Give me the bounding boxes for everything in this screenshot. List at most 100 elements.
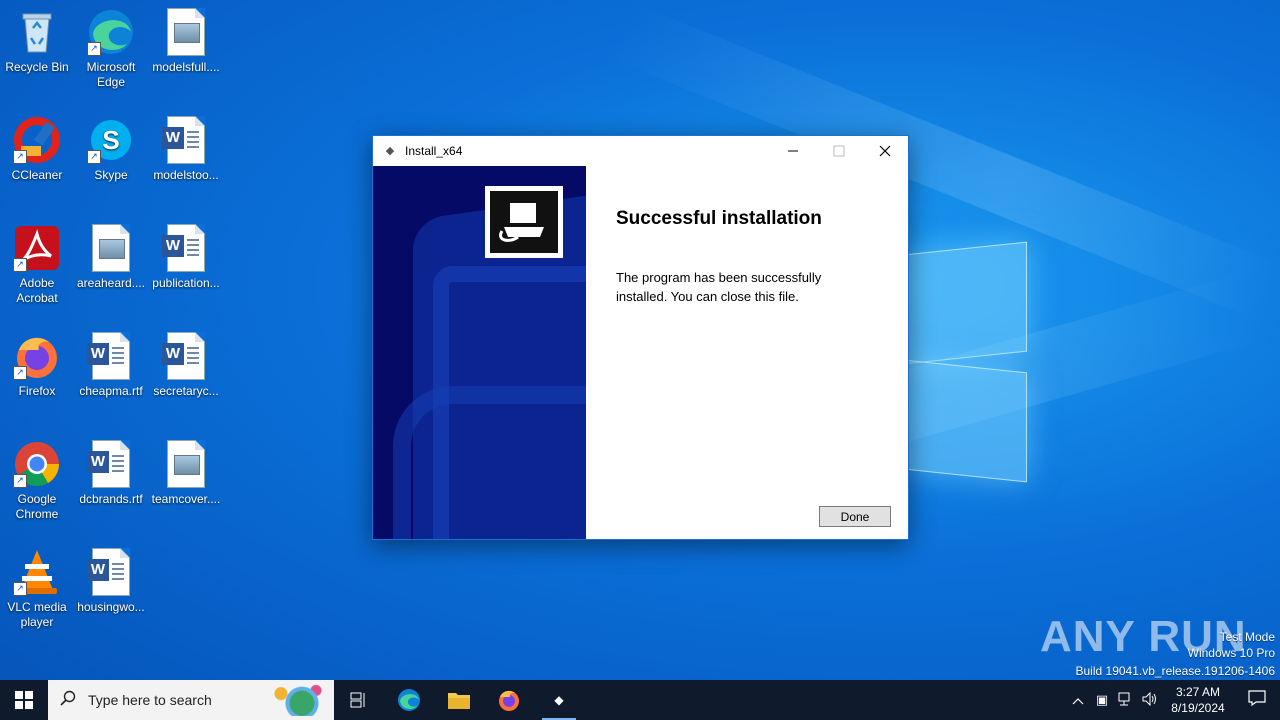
network-icon[interactable] <box>1114 692 1138 709</box>
chrome-icon: ↗ <box>13 440 61 488</box>
taskbar-installer-button[interactable]: ◆ <box>534 680 584 720</box>
task-view-icon <box>350 692 365 708</box>
taskbar-file-explorer-button[interactable] <box>434 680 484 720</box>
taskbar-firefox-button[interactable] <box>484 680 534 720</box>
computer-install-icon <box>490 191 558 253</box>
desktop-icon-label: Google Chrome <box>15 492 59 521</box>
edge-icon <box>398 689 420 711</box>
installer-content: Successful installation The program has … <box>616 208 876 306</box>
minimize-button[interactable] <box>770 136 816 166</box>
edge-icon: ↗ <box>87 8 135 56</box>
show-hidden-icons-button[interactable] <box>1066 693 1090 708</box>
desktop-icon-secretaryc[interactable]: W secretaryc... <box>149 332 223 399</box>
taskbar-clock[interactable]: 3:27 AM 8/19/2024 <box>1162 684 1234 716</box>
shortcut-arrow-icon: ↗ <box>87 150 101 164</box>
desktop-icon-adobe-acrobat[interactable]: ↗ Adobe Acrobat <box>0 224 74 306</box>
ccleaner-icon: ↗ <box>13 116 61 164</box>
folder-icon <box>448 693 470 709</box>
image-file-icon <box>167 8 205 56</box>
desktop-icon-ccleaner[interactable]: ↗ CCleaner <box>0 116 74 183</box>
windows-logo-pane <box>905 241 1027 365</box>
desktop-icon-label: modelsfull.... <box>152 60 220 74</box>
desktop-icon-google-chrome[interactable]: ↗ Google Chrome <box>0 440 74 522</box>
taskbar-search-box[interactable]: Type here to search <box>48 680 334 720</box>
desktop-icon-label: Adobe Acrobat <box>16 276 58 305</box>
windows-logo-pane <box>905 359 1027 483</box>
vlc-icon: ↗ <box>13 548 61 596</box>
minimize-icon <box>788 150 798 152</box>
close-icon <box>879 145 891 157</box>
clock-date: 8/19/2024 <box>1171 701 1225 715</box>
shortcut-arrow-icon: ↗ <box>13 366 27 380</box>
desktop-icon-label: Skype <box>94 168 128 182</box>
skype-icon: S ↗ <box>87 116 135 164</box>
svg-text:S: S <box>102 125 119 155</box>
word-doc-icon: W <box>162 224 205 272</box>
notification-icon <box>1248 689 1266 706</box>
desktop-icon-label: areaheard.... <box>76 276 146 290</box>
tray-device-icon[interactable]: ▣ <box>1090 692 1114 708</box>
desktop-icon-label: Microsoft Edge <box>86 60 136 89</box>
notifications-button[interactable] <box>1234 689 1280 711</box>
start-button[interactable] <box>0 680 48 720</box>
desktop-icon-recycle-bin[interactable]: Recycle Bin <box>0 8 74 75</box>
shortcut-arrow-icon: ↗ <box>13 582 27 596</box>
task-view-button[interactable] <box>334 680 384 720</box>
recycle-bin-icon <box>13 8 61 56</box>
taskbar-edge-button[interactable] <box>384 680 434 720</box>
desktop-icon-label: housingwo... <box>77 600 145 614</box>
desktop-icon-label: Recycle Bin <box>5 60 69 74</box>
search-highlight-icon <box>260 684 330 716</box>
word-doc-icon: W <box>87 548 130 596</box>
success-heading: Successful installation <box>616 208 822 229</box>
desktop-icon-vlc[interactable]: ↗ VLC media player <box>0 548 74 630</box>
desktop-icon-label: Firefox <box>18 384 56 398</box>
desktop-icon-housingwo[interactable]: W housingwo... <box>74 548 148 615</box>
word-doc-icon: W <box>87 440 130 488</box>
desktop-icon-modelsfull[interactable]: modelsfull.... <box>149 8 223 75</box>
desktop-icon-teamcover[interactable]: teamcover.... <box>149 440 223 507</box>
done-button[interactable]: Done <box>819 506 891 527</box>
desktop-icon-label: VLC media player <box>7 600 67 629</box>
shortcut-arrow-icon: ↗ <box>13 150 27 164</box>
desktop-icon-label: dcbrands.rtf <box>79 492 143 506</box>
chevron-up-icon <box>1072 697 1084 704</box>
window-title: Install_x64 <box>405 144 463 158</box>
desktop-icon-areaheard[interactable]: areaheard.... <box>74 224 148 291</box>
installer-sidebar-banner <box>373 166 586 539</box>
maximize-icon <box>833 145 845 157</box>
windows-edition-label: Windows 10 Pro <box>1187 646 1275 660</box>
desktop-icon-skype[interactable]: S ↗ Skype <box>74 116 148 183</box>
desktop-icon-publication[interactable]: W publication... <box>149 224 223 291</box>
desktop-icon-dcbrands[interactable]: W dcbrands.rtf <box>74 440 148 507</box>
installer-window: ◆ Install_x64 Successful installation Th… <box>372 135 909 540</box>
search-placeholder: Type here to search <box>88 692 212 708</box>
window-titlebar[interactable]: ◆ Install_x64 <box>373 136 908 166</box>
desktop-icon-microsoft-edge[interactable]: ↗ Microsoft Edge <box>74 8 148 90</box>
word-doc-icon: W <box>162 332 205 380</box>
firefox-icon: ↗ <box>13 332 61 380</box>
desktop-icon-label: cheapma.rtf <box>79 384 143 398</box>
build-label: Build 19041.vb_release.191206-1406 <box>1075 664 1276 678</box>
desktop-icon-modelstoo[interactable]: W modelstoo... <box>149 116 223 183</box>
desktop-icon-label: teamcover.... <box>151 492 221 506</box>
firefox-icon <box>499 690 519 711</box>
word-doc-icon: W <box>87 332 130 380</box>
desktop-icon-label: modelstoo... <box>153 168 219 182</box>
installer-app-icon: ◆ <box>385 145 395 157</box>
maximize-button[interactable] <box>816 136 862 166</box>
search-icon <box>48 690 88 711</box>
windows-start-icon <box>15 691 33 709</box>
acrobat-icon: ↗ <box>13 224 61 272</box>
word-doc-icon: W <box>162 116 205 164</box>
desktop-icon-cheapma[interactable]: W cheapma.rtf <box>74 332 148 399</box>
desktop-icon-label: publication... <box>152 276 220 290</box>
image-file-icon <box>167 440 205 488</box>
close-button[interactable] <box>862 136 908 166</box>
image-file-icon <box>92 224 130 272</box>
success-message: The program has been successfully instal… <box>616 270 822 304</box>
volume-icon[interactable] <box>1138 691 1162 709</box>
clock-time: 3:27 AM <box>1175 685 1221 699</box>
desktop-icon-firefox[interactable]: ↗ Firefox <box>0 332 74 399</box>
shortcut-arrow-icon: ↗ <box>13 258 27 272</box>
